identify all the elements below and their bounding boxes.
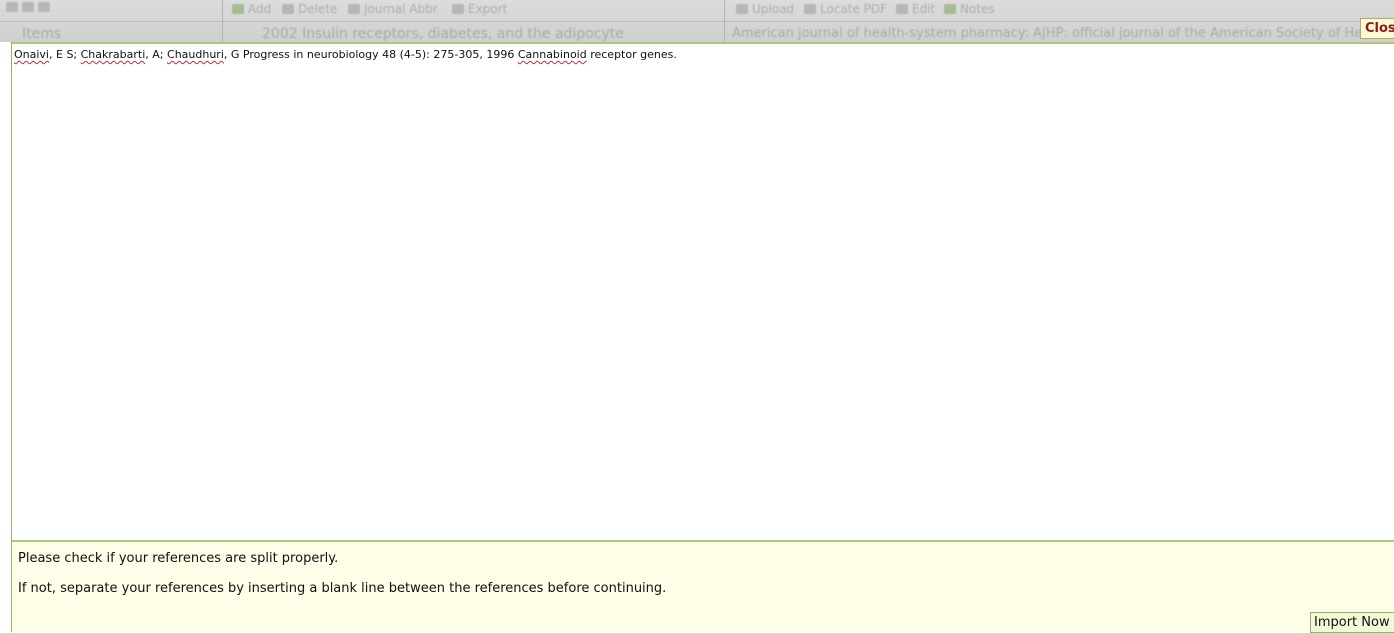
reference-text: , E S; [49,48,81,61]
background-locate-pdf-button: Locate PDF [804,2,887,16]
background-app: Add Delete Journal Abbr Export Upload Lo… [0,0,1394,42]
references-textarea[interactable]: Onaivi, E S; Chakrabarti, A; Chaudhuri, … [12,42,1394,540]
background-add-button: Add [232,2,271,16]
background-items-label: Items [22,26,62,42]
background-row-title: 2002 Insulin receptors, diabetes, and th… [262,26,624,42]
background-notes-button: Notes [944,2,995,16]
reference-text: , G Progress in neurobiology 48 (4-5): 2… [223,48,518,61]
abbr-icon [348,4,360,14]
background-notes-label: Notes [960,2,995,16]
background-toolbar: Add Delete Journal Abbr Export Upload Lo… [0,2,1394,18]
background-locate-pdf-label: Locate PDF [820,2,888,16]
close-button[interactable]: Close [1360,18,1394,39]
background-journal-abbr-button: Journal Abbr [348,2,438,16]
background-upload-button: Upload [736,2,794,16]
reference-text: , A; [145,48,168,61]
locate-pdf-icon [804,4,816,14]
info-message-instructions: If not, separate your references by inse… [18,581,667,596]
background-logo-icon [6,2,50,12]
background-export-button: Export [452,2,507,16]
background-export-label: Export [468,2,508,16]
export-icon [452,4,464,14]
edit-icon [896,4,908,14]
add-icon [232,4,244,14]
info-panel: Please check if your references are spli… [12,540,1394,633]
misspelled-word: Chaudhuri [167,48,224,61]
background-upload-label: Upload [752,2,795,16]
background-add-label: Add [248,2,272,16]
notes-icon [944,4,956,14]
info-message-check: Please check if your references are spli… [18,551,339,566]
delete-icon [282,4,294,14]
background-row-journal: American journal of health-system pharma… [732,26,1394,41]
misspelled-word: Cannabinoid [517,48,587,61]
background-list-row: Items 2002 Insulin receptors, diabetes, … [0,26,1394,42]
upload-icon [736,4,748,14]
reference-text: receptor genes. [586,48,677,61]
misspelled-word: Chakrabarti [80,48,146,61]
misspelled-word: Onaivi [14,48,49,61]
background-divider [0,21,1394,22]
background-delete-button: Delete [282,2,337,16]
import-references-dialog: Onaivi, E S; Chakrabarti, A; Chaudhuri, … [11,42,1394,633]
import-now-button[interactable]: Import Now [1310,612,1394,633]
background-journal-abbr-label: Journal Abbr [364,2,438,16]
background-edit-button: Edit [896,2,935,16]
background-edit-label: Edit [912,2,936,16]
background-delete-label: Delete [298,2,338,16]
